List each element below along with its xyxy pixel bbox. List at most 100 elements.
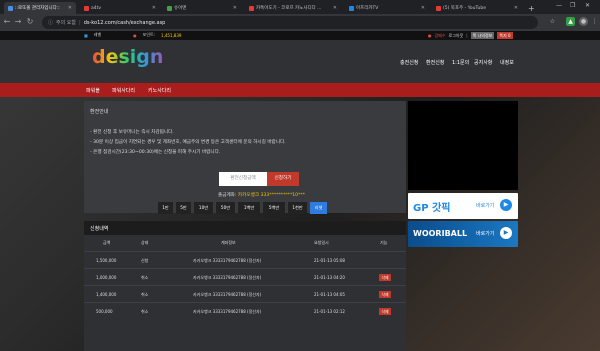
game-tab-power-ladder[interactable]: 파워사다리: [112, 87, 135, 94]
row-date: 21-01-13 05:08: [314, 258, 345, 263]
play-icon[interactable]: ▶: [500, 227, 512, 239]
user-icon: ●: [428, 33, 432, 38]
amount-button-50k[interactable]: 5만: [176, 202, 191, 214]
tab-title: ::로또볼 관리자입니다::: [15, 6, 60, 11]
row-account: 카카오뱅크 3333179462788 (정선자): [193, 292, 262, 297]
history-header: [84, 221, 406, 235]
username: 강패수: [434, 32, 446, 38]
maximize-icon[interactable]: ❐: [570, 2, 575, 9]
amount-button-100k[interactable]: 10만: [194, 202, 213, 214]
tab-strip: ::로또볼 관리자입니다:: ✕ a4tv ✕ 슈어맨 ✕ 카톡아도기 - 코로…: [0, 0, 600, 14]
site-logo[interactable]: design: [92, 47, 163, 67]
browser-tab-3[interactable]: 슈어맨 ✕: [163, 2, 241, 14]
gpick-banner[interactable]: GP 갓픽 바로가기 ▶: [408, 193, 518, 219]
row-account: 카카오뱅크 3333179462788 (정선자): [193, 309, 262, 314]
nav-withdraw[interactable]: 환전신청: [426, 59, 444, 66]
delete-button[interactable]: 삭제: [379, 291, 391, 298]
message-button[interactable]: 쪽지 0: [497, 32, 513, 39]
row-account: 카카오뱅크 3333179462788 (정선자): [193, 258, 262, 263]
close-tab-icon[interactable]: ✕: [152, 5, 156, 11]
delete-button[interactable]: 삭제: [379, 308, 391, 315]
close-tab-icon[interactable]: ✕: [514, 5, 518, 11]
row-status: 취소: [141, 275, 149, 280]
tab-title: (5) 북포주 - YouTube: [443, 6, 487, 11]
not-secure-icon: ⓘ: [48, 20, 54, 26]
reload-icon[interactable]: ↻: [25, 17, 35, 27]
tab-favicon-icon: [167, 5, 172, 11]
row-date: 21-01-13 04:20: [314, 275, 345, 280]
points-icon: ●: [133, 32, 137, 38]
banner-go-link[interactable]: 바로가기: [476, 230, 494, 237]
game-tab-keno-ladder[interactable]: 키노사다리: [148, 87, 171, 94]
tab-favicon-icon: [349, 5, 354, 11]
reset-button[interactable]: 리셋: [310, 202, 327, 214]
menu-icon[interactable]: ⋮: [590, 17, 599, 26]
new-tab-button[interactable]: +: [524, 2, 536, 14]
user-stats: ■ 레벨 ● 포인트: 1,451,839: [84, 32, 181, 38]
row-amount: 1,000,000: [96, 275, 117, 280]
withdraw-amount-input[interactable]: 환전신청금액: [219, 172, 267, 186]
tab-favicon-icon: [84, 5, 89, 11]
profile-avatar-icon[interactable]: ●: [579, 17, 588, 26]
browser-tab-2[interactable]: a4tv ✕: [80, 2, 160, 14]
level-icon: ■: [84, 32, 88, 38]
nav-my-info[interactable]: 내정보: [500, 59, 514, 66]
row-date: 21-01-13 02:12: [314, 309, 345, 314]
user-actions: ● 강패수 로그아웃 | 쪽 나의정보 쪽지 0: [428, 32, 513, 39]
extension-icon[interactable]: ▲: [566, 17, 575, 26]
points-value: 1,451,839: [161, 32, 182, 38]
tab-favicon-icon: [436, 5, 441, 11]
star-icon[interactable]: ☆: [548, 17, 557, 26]
row-amount: 1,500,000: [96, 258, 117, 263]
browser-tab-1[interactable]: ::로또볼 관리자입니다:: ✕: [4, 2, 76, 14]
browser-tab-4[interactable]: 카톡아도기 - 코로프 카노사디다 ... ✕: [245, 2, 341, 14]
amount-button-10k[interactable]: 1만: [158, 202, 173, 214]
amount-button-10m[interactable]: 1천만: [288, 202, 307, 214]
column-header-date: 요청일시: [314, 240, 329, 245]
notice-line: - 30분 이상 입금이 지연되는 경우 및 계좌번호, 예금주의 변경 등은 …: [90, 140, 286, 145]
minimize-icon[interactable]: —: [556, 2, 562, 9]
amount-button-5m[interactable]: 5백만: [263, 202, 285, 214]
browser-chrome: ::로또볼 관리자입니다:: ✕ a4tv ✕ 슈어맨 ✕ 카톡아도기 - 코로…: [0, 0, 600, 31]
panel-title: 환전안내: [90, 109, 109, 115]
tab-title: 카톡아도기 - 코로프 카노사디다 ...: [256, 6, 322, 11]
banner-go-link[interactable]: 바로가기: [476, 202, 494, 209]
close-tab-icon[interactable]: ✕: [333, 5, 337, 11]
amount-button-1m[interactable]: 1백만: [238, 202, 260, 214]
back-icon[interactable]: ←: [2, 17, 12, 27]
banner-title: WOORIBALL: [413, 229, 468, 238]
tab-favicon-icon: [8, 5, 13, 11]
browser-tab-5[interactable]: 아프리카TV ✕: [345, 2, 429, 14]
notice-line: - 환전 신청 후 보유머니는 즉시 차감됩니다.: [90, 130, 174, 135]
close-tab-icon[interactable]: ✕: [233, 5, 237, 11]
my-info-button[interactable]: 쪽 나의정보: [470, 32, 495, 39]
row-amount: 500,000: [96, 309, 113, 314]
account-value: 카카오뱅크 333**********10***: [237, 193, 305, 198]
row-account: 카카오뱅크 3333179462788 (정선자): [193, 275, 262, 280]
points-label: 포인트:: [142, 32, 156, 37]
play-icon[interactable]: ▶: [500, 199, 512, 211]
game-tab-powerball[interactable]: 파워볼: [86, 87, 100, 94]
apply-button[interactable]: 신청하기: [267, 172, 299, 186]
wooriball-banner[interactable]: WOORIBALL 바로가기 ▶: [408, 221, 518, 247]
tab-favicon-icon: [249, 5, 254, 11]
website-viewport: ■ 레벨 ● 포인트: 1,451,839 ● 강패수 로그아웃 | 쪽 나의정…: [0, 31, 600, 351]
amount-button-500k[interactable]: 50만: [216, 202, 235, 214]
nav-deposit[interactable]: 충전신청: [400, 59, 418, 66]
security-warning: 주의 요함: [56, 20, 77, 26]
close-tab-icon[interactable]: ✕: [421, 5, 425, 11]
nav-notice[interactable]: 공지사항: [474, 59, 492, 66]
close-tab-icon[interactable]: ✕: [68, 5, 72, 11]
close-window-icon[interactable]: ✕: [585, 2, 590, 9]
logout-link[interactable]: 로그아웃: [449, 33, 464, 39]
column-header-status: 상태: [141, 240, 149, 245]
row-status: 취소: [141, 309, 149, 314]
browser-tab-6[interactable]: (5) 북포주 - YouTube ✕: [432, 2, 522, 14]
history-title: 신청내역: [90, 226, 109, 232]
forward-icon[interactable]: →: [13, 17, 23, 27]
address-bar[interactable]: ⓘ 주의 요함 | ds-ko12.com/cash/exchange.asp: [42, 16, 538, 29]
delete-button[interactable]: 삭제: [379, 274, 391, 281]
row-status: 취소: [141, 292, 149, 297]
nav-inquiry[interactable]: 1:1문의: [452, 59, 469, 66]
column-header-amount: 금액: [103, 240, 111, 245]
